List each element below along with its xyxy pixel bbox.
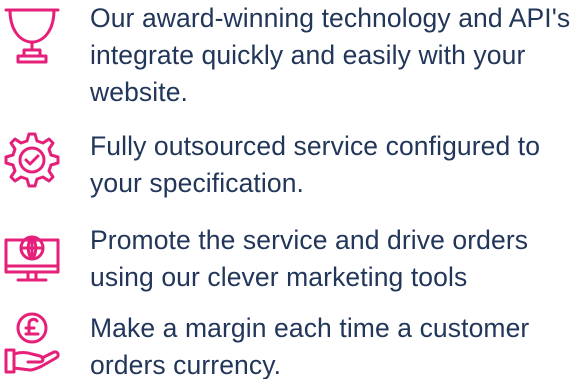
gear-check-icon (0, 128, 64, 192)
trophy-icon (0, 4, 64, 68)
feature-text-marketing: Promote the service and drive orders usi… (90, 225, 529, 292)
feature-text-technology: Our award-winning technology and API's i… (90, 3, 571, 107)
feature-text-margin: Make a margin each time a customer order… (90, 313, 530, 379)
feature-text-service: Fully outsourced service configured to y… (90, 131, 541, 198)
pound-hand-icon (0, 310, 64, 374)
globe-monitor-icon (0, 226, 64, 290)
